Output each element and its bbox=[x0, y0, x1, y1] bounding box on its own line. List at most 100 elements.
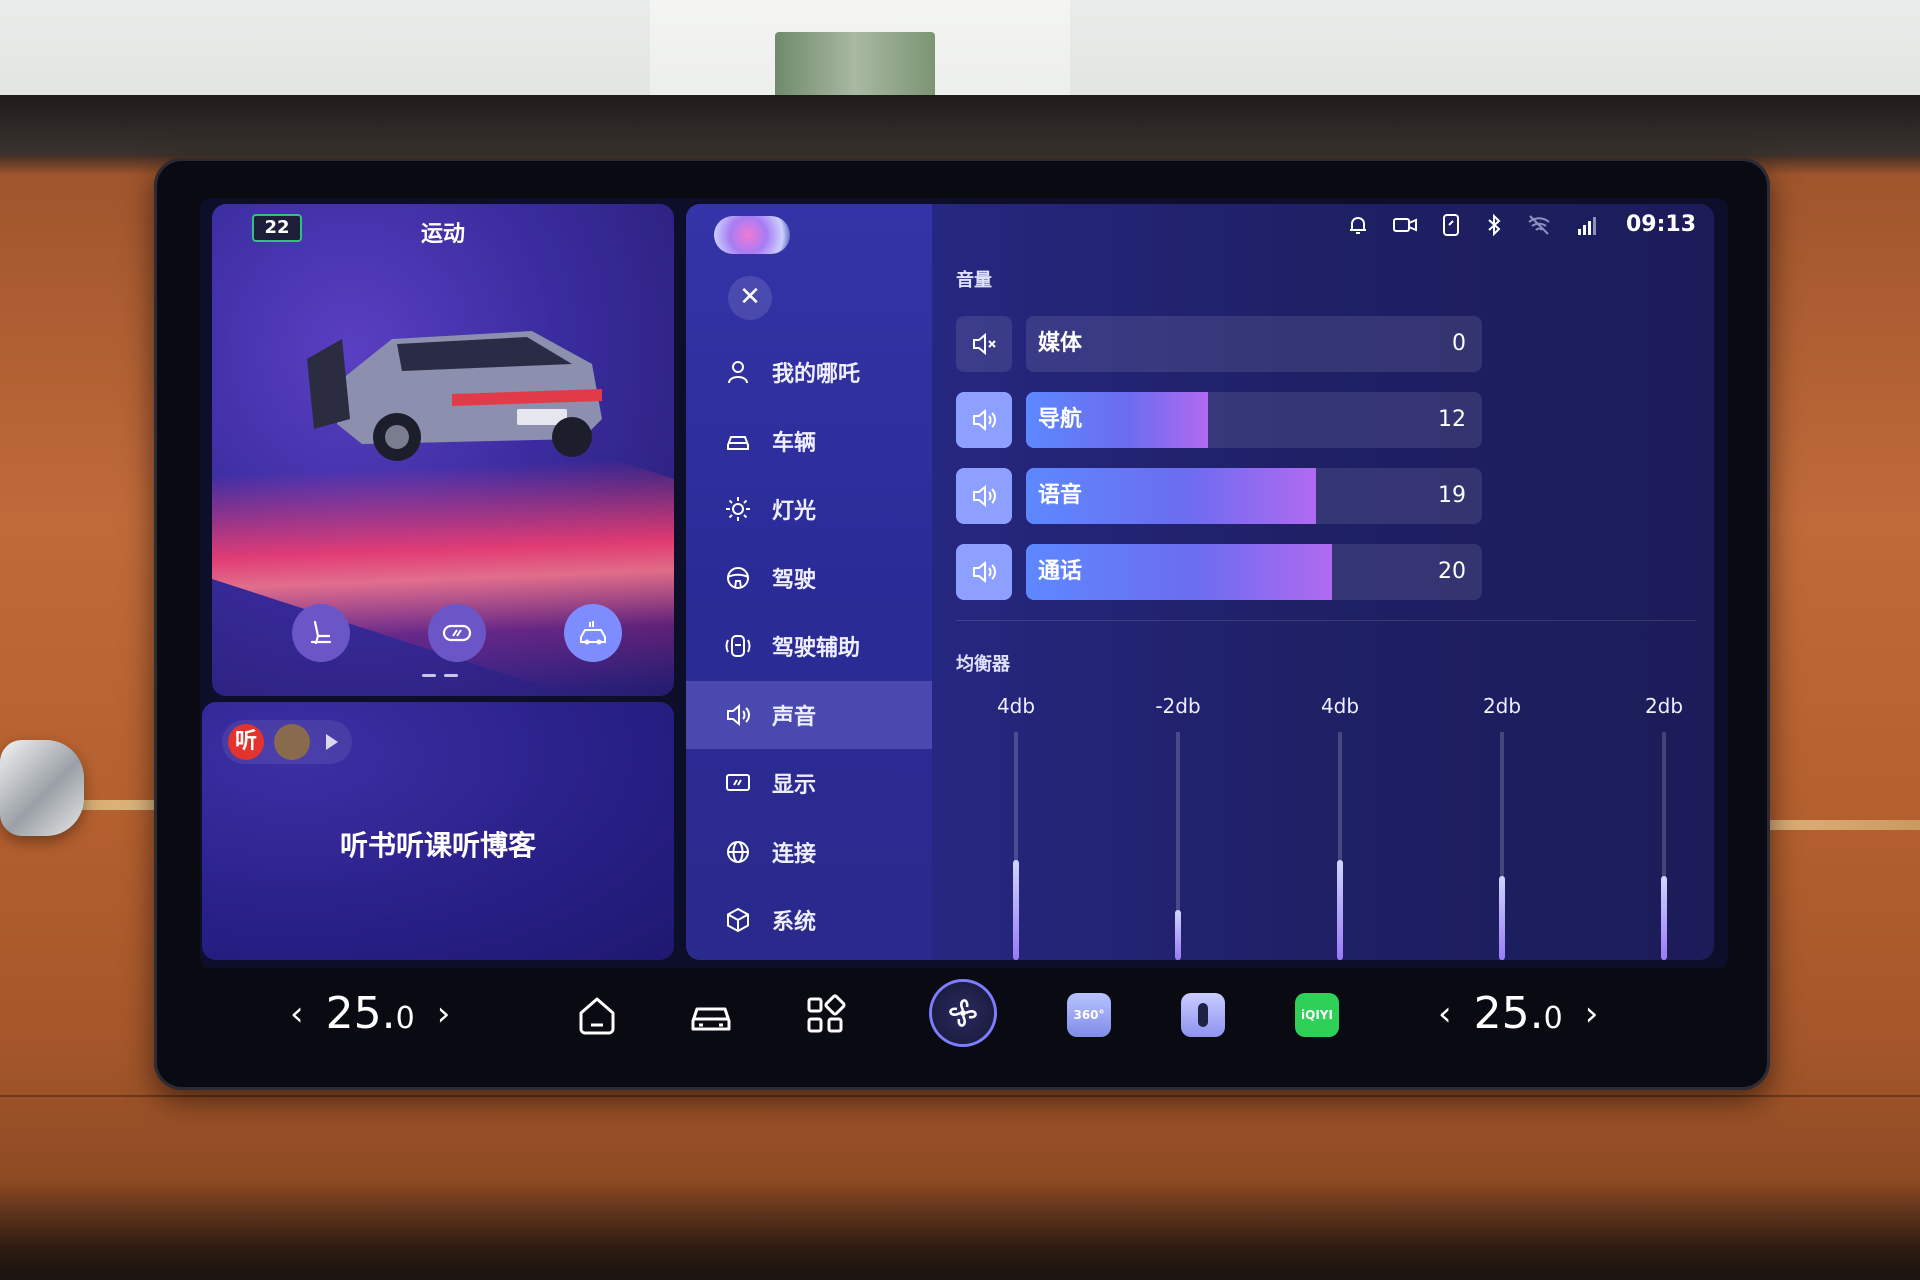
temp-integer: 25. bbox=[1473, 988, 1544, 1039]
user-icon bbox=[728, 361, 748, 384]
seat-heat-button[interactable] bbox=[1178, 990, 1228, 1040]
iqiyi-button[interactable]: iQIYI bbox=[1292, 990, 1342, 1040]
nav-item-sound[interactable]: 声音 bbox=[686, 680, 932, 749]
volume-row-navigation: 导航 12 bbox=[956, 392, 1482, 450]
nav-item-lights[interactable]: 灯光 bbox=[686, 475, 932, 544]
bell-icon[interactable] bbox=[1346, 213, 1370, 237]
iqiyi-icon: iQIYI bbox=[1295, 993, 1339, 1037]
volume-name: 媒体 bbox=[1038, 331, 1083, 356]
seat-button[interactable] bbox=[292, 604, 350, 662]
car-parking-icon bbox=[580, 621, 606, 645]
car-icon bbox=[727, 435, 749, 450]
camera-360-button[interactable]: 360° bbox=[1064, 990, 1114, 1040]
signal-4g-icon bbox=[1577, 216, 1596, 235]
volume-slider-navigation[interactable]: 导航 12 bbox=[1026, 392, 1482, 448]
volume-slider-voice[interactable]: 语音 19 bbox=[1026, 468, 1482, 524]
temp-increase-right[interactable]: › bbox=[1585, 994, 1599, 1034]
nav-item-label: 声音 bbox=[772, 704, 817, 730]
music-app-icon[interactable] bbox=[274, 724, 310, 760]
ting-app-icon[interactable]: 听 bbox=[228, 724, 264, 760]
voice-assistant-orb[interactable] bbox=[714, 216, 790, 254]
mirror-icon bbox=[442, 624, 472, 642]
eq-level-bar[interactable] bbox=[1661, 875, 1667, 960]
bluetooth-icon[interactable] bbox=[1484, 213, 1504, 237]
nav-item-driving[interactable]: 驾驶 bbox=[686, 544, 932, 613]
speaker-icon bbox=[727, 703, 750, 726]
nav-item-my-neta[interactable]: 我的哪吒 bbox=[686, 338, 932, 407]
car-icon bbox=[691, 1007, 731, 1031]
eq-level-bar[interactable] bbox=[1013, 859, 1019, 960]
home-button[interactable] bbox=[572, 990, 622, 1040]
equalizer-title: 均衡器 bbox=[956, 654, 1010, 675]
nav-item-label: 显示 bbox=[772, 773, 817, 799]
parking-button[interactable] bbox=[564, 604, 622, 662]
drive-mode-label: 运动 bbox=[420, 222, 465, 247]
wifi-off-icon[interactable] bbox=[1526, 213, 1552, 237]
cube-icon bbox=[727, 908, 749, 933]
nav-item-display[interactable]: 显示 bbox=[686, 749, 932, 818]
dashboard-top bbox=[0, 95, 1920, 155]
temp-integer: 25. bbox=[325, 988, 396, 1039]
temp-decimal: 0 bbox=[1543, 1001, 1563, 1036]
temp-decrease-right[interactable]: ‹ bbox=[1438, 994, 1452, 1034]
mute-toggle-media[interactable] bbox=[956, 316, 1012, 372]
seat-icon bbox=[310, 620, 332, 645]
globe-icon bbox=[727, 840, 749, 863]
home-icon bbox=[579, 997, 615, 1035]
eq-level-bar[interactable] bbox=[1175, 909, 1181, 960]
volume-name: 导航 bbox=[1038, 407, 1083, 432]
clock: 09:13 bbox=[1625, 212, 1696, 237]
phone-icon[interactable] bbox=[1440, 213, 1462, 237]
nav-item-connection[interactable]: 连接 bbox=[686, 818, 932, 887]
eq-band-label: -2db bbox=[1155, 694, 1201, 718]
volume-row-call: 通话 20 bbox=[956, 544, 1482, 602]
nav-item-vehicle[interactable]: 车辆 bbox=[686, 407, 932, 476]
nav-item-label: 连接 bbox=[772, 841, 817, 867]
mirror-button[interactable] bbox=[428, 604, 486, 662]
media-app-switcher[interactable]: 听 bbox=[222, 720, 352, 764]
vehicle-card[interactable]: 22 运动 bbox=[212, 204, 674, 696]
eq-band-label: 4db bbox=[1320, 694, 1360, 718]
nav-item-label: 系统 bbox=[772, 910, 817, 936]
volume-value: 20 bbox=[1438, 559, 1466, 584]
mute-toggle-call[interactable] bbox=[956, 544, 1012, 600]
display-icon bbox=[726, 774, 750, 792]
temp-decrease-left[interactable]: ‹ bbox=[290, 994, 304, 1034]
mute-toggle-voice[interactable] bbox=[956, 468, 1012, 524]
camera-360-icon: 360° bbox=[1067, 993, 1111, 1037]
volume-row-voice: 语音 19 bbox=[956, 468, 1482, 526]
eq-level-bar[interactable] bbox=[1499, 875, 1505, 960]
vehicle-button[interactable] bbox=[686, 990, 736, 1040]
media-title: 听书听课听博客 bbox=[339, 829, 536, 862]
climate-fan-button[interactable] bbox=[932, 982, 994, 1044]
media-card[interactable]: 听 听书听课听博客 bbox=[202, 702, 674, 960]
apps-grid-icon bbox=[807, 994, 846, 1033]
play-icon[interactable] bbox=[326, 734, 338, 750]
eq-level-bar[interactable] bbox=[1337, 859, 1343, 960]
volume-slider-call[interactable]: 通话 20 bbox=[1026, 544, 1482, 600]
volume-value: 19 bbox=[1438, 483, 1466, 508]
nav-item-system[interactable]: 系统 bbox=[686, 886, 932, 955]
nav-item-driving-assist[interactable]: 驾驶辅助 bbox=[686, 612, 932, 681]
volume-name: 通话 bbox=[1038, 559, 1083, 584]
nav-item-label: 驾驶辅助 bbox=[772, 636, 861, 662]
vehicle-quick-actions bbox=[292, 604, 622, 662]
background-sign bbox=[775, 32, 935, 102]
right-temperature-control: ‹ 25.0 › bbox=[1438, 988, 1598, 1039]
speaker-icon bbox=[973, 484, 996, 508]
temp-decimal: 0 bbox=[395, 1001, 415, 1036]
sun-icon bbox=[726, 497, 750, 522]
camera-icon[interactable] bbox=[1392, 213, 1418, 237]
nav-item-label: 灯光 bbox=[772, 499, 817, 525]
temp-increase-left[interactable]: › bbox=[437, 994, 451, 1034]
close-button[interactable]: ✕ bbox=[728, 276, 772, 320]
volume-slider-media[interactable]: 媒体 0 bbox=[1026, 316, 1482, 372]
fan-icon bbox=[949, 999, 977, 1027]
left-temperature-control: ‹ 25.0 › bbox=[290, 988, 450, 1039]
apps-button[interactable] bbox=[800, 990, 850, 1040]
eq-band-label: 2db bbox=[1644, 694, 1684, 718]
mute-toggle-navigation[interactable] bbox=[956, 392, 1012, 448]
nav-item-label: 我的哪吒 bbox=[772, 362, 861, 388]
speaker-icon bbox=[973, 560, 996, 584]
eq-band-label: 2db bbox=[1482, 694, 1522, 718]
